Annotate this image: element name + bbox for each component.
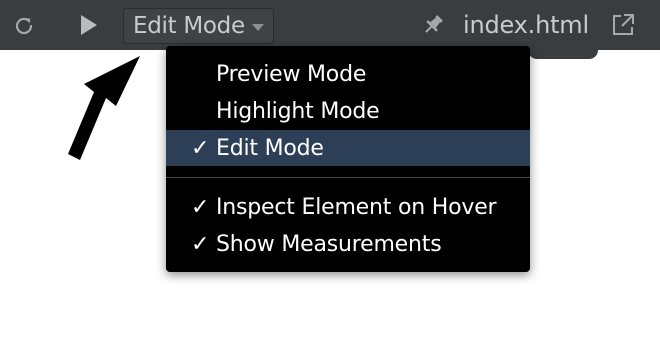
menu-item-edit-mode[interactable]: ✓ Edit Mode (166, 130, 530, 166)
toolbar-tab-edge (528, 50, 598, 59)
play-icon[interactable] (74, 11, 102, 39)
checkmark-icon: ✓ (191, 135, 210, 161)
pin-icon[interactable] (419, 11, 447, 39)
menu-item-preview-mode[interactable]: Preview Mode (166, 56, 530, 92)
open-external-icon[interactable] (608, 10, 638, 40)
chevron-down-icon (252, 24, 264, 31)
checkmark-icon: ✓ (191, 231, 210, 257)
menu-item-label: Show Measurements (216, 231, 442, 257)
menu-item-show-measurements[interactable]: ✓ Show Measurements (166, 226, 530, 262)
reload-icon[interactable] (10, 12, 38, 40)
menu-item-label: Preview Mode (216, 61, 367, 87)
pointer-arrow-icon (68, 56, 140, 160)
mode-select-value: Edit Mode (133, 13, 245, 39)
menu-item-highlight-mode[interactable]: Highlight Mode (166, 93, 530, 129)
menu-divider (166, 177, 530, 178)
menu-item-inspect-element-on-hover[interactable]: ✓ Inspect Element on Hover (166, 189, 530, 225)
checkmark-icon: ✓ (191, 194, 210, 220)
filename-label: index.html (463, 11, 589, 39)
mode-dropdown-menu: Preview Mode Highlight Mode ✓ Edit Mode … (166, 46, 530, 272)
menu-item-label: Highlight Mode (216, 98, 380, 124)
menu-item-label: Inspect Element on Hover (216, 194, 497, 220)
mode-select-dropdown[interactable]: Edit Mode (123, 8, 274, 44)
menu-item-label: Edit Mode (216, 135, 324, 161)
screen: Edit Mode index.html Preview Mode Highli… (0, 0, 660, 341)
toolbar: Edit Mode index.html (0, 0, 660, 50)
